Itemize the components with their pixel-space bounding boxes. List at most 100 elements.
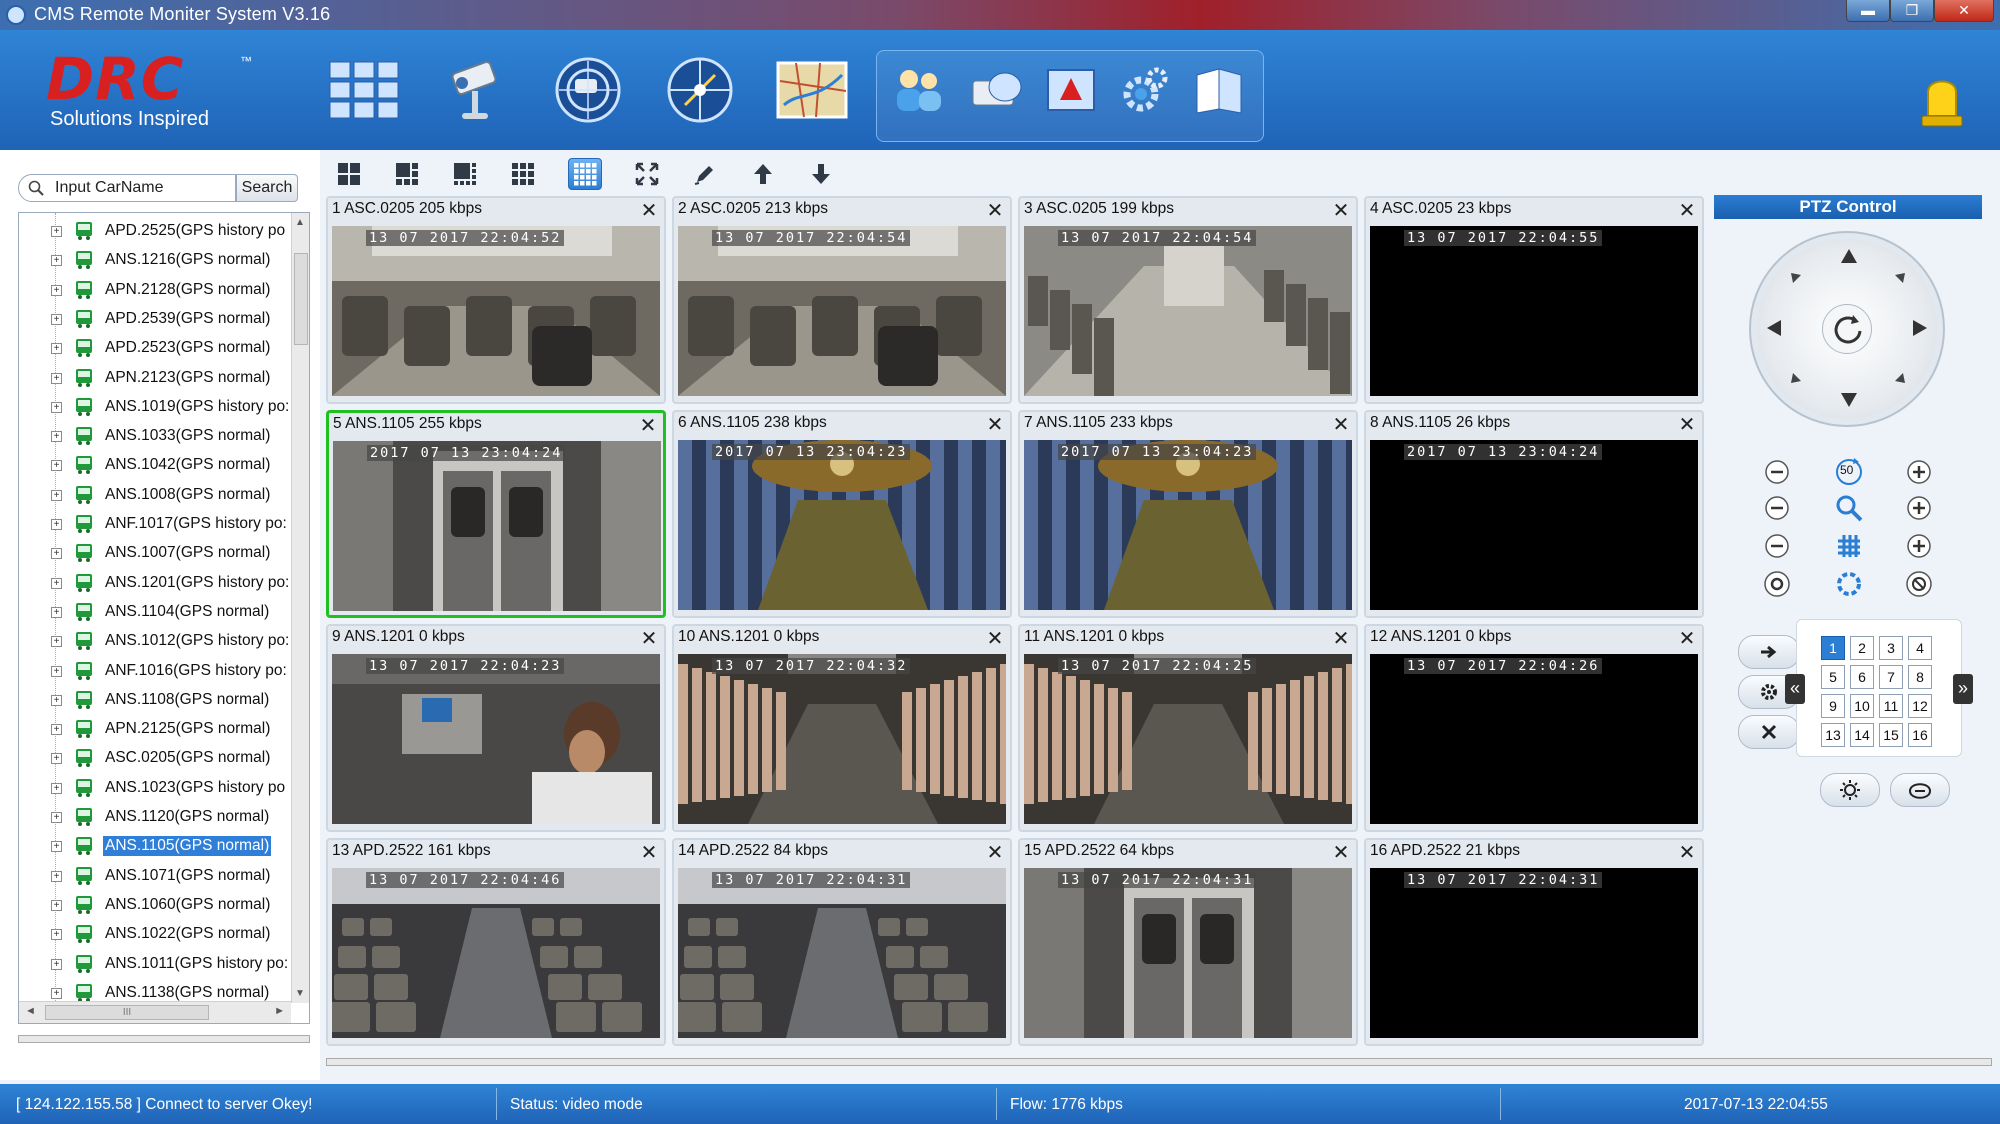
- tree-item[interactable]: + APN.2128(GPS normal): [19, 276, 289, 305]
- video-frame[interactable]: 13 07 2017 22:04:31: [1370, 868, 1698, 1038]
- layout-8-icon[interactable]: [448, 158, 482, 190]
- playback-icon[interactable]: [552, 54, 624, 126]
- tree-horizontal-scrollbar[interactable]: ◄ III ►: [19, 1001, 291, 1023]
- tree-item[interactable]: + ANS.1104(GPS normal): [19, 598, 289, 627]
- layout-6-icon[interactable]: [390, 158, 424, 190]
- tree-item[interactable]: + APN.2123(GPS normal): [19, 364, 289, 393]
- tree-item[interactable]: + ANS.1120(GPS normal): [19, 803, 289, 832]
- close-channel-icon[interactable]: ✕: [640, 842, 658, 862]
- preset-number[interactable]: 2: [1850, 636, 1874, 660]
- video-frame[interactable]: 2017 07 13 23:04:24: [1370, 440, 1698, 610]
- video-channel[interactable]: 3 ASC.0205 199 kbps ✕ 13 07 2017 22:04:54: [1018, 196, 1358, 404]
- layout-16-icon[interactable]: [568, 158, 602, 190]
- close-channel-icon[interactable]: ✕: [640, 628, 658, 648]
- car-search-input[interactable]: Input CarName: [18, 174, 236, 202]
- expand-toggle[interactable]: +: [51, 812, 62, 823]
- tree-item[interactable]: + ANF.1017(GPS history po:: [19, 510, 289, 539]
- ptz-reset-button[interactable]: [1822, 304, 1872, 354]
- expand-toggle[interactable]: +: [51, 489, 62, 501]
- tree-scroll-thumb[interactable]: [294, 253, 308, 345]
- video-frame[interactable]: 13 07 2017 22:04:54: [678, 226, 1006, 396]
- close-channel-icon[interactable]: ✕: [1678, 414, 1696, 434]
- preset-number[interactable]: 13: [1821, 723, 1845, 747]
- tree-item[interactable]: + ANS.1011(GPS history po:: [19, 950, 289, 979]
- expand-toggle[interactable]: +: [51, 753, 62, 765]
- tree-item[interactable]: + ASC.0205(GPS normal): [19, 744, 289, 773]
- preset-prev-page[interactable]: «: [1785, 674, 1805, 704]
- tree-item[interactable]: + ANS.1012(GPS history po:: [19, 627, 289, 656]
- settings-icon[interactable]: [1110, 54, 1180, 126]
- speed-plus-icon[interactable]: [1904, 457, 1934, 487]
- preset-number[interactable]: 5: [1821, 665, 1845, 689]
- close-channel-icon[interactable]: ✕: [986, 628, 1004, 648]
- close-channel-icon[interactable]: ✕: [1678, 842, 1696, 862]
- video-channel[interactable]: 2 ASC.0205 213 kbps ✕ 13 07 2017 22:04:54: [672, 196, 1012, 404]
- video-frame[interactable]: 13 07 2017 22:04:25: [1024, 654, 1352, 824]
- video-frame[interactable]: 13 07 2017 22:04:32: [678, 654, 1006, 824]
- video-channel[interactable]: 8 ANS.1105 26 kbps ✕ 2017 07 13 23:04:24: [1364, 410, 1704, 618]
- expand-toggle[interactable]: +: [51, 226, 62, 237]
- video-frame[interactable]: 13 07 2017 22:04:55: [1370, 226, 1698, 396]
- ptz-down-right-icon[interactable]: [1885, 363, 1915, 393]
- tree-item[interactable]: + ANS.1023(GPS history po: [19, 774, 289, 803]
- users-icon[interactable]: [884, 54, 954, 126]
- tree-item[interactable]: + APD.2523(GPS normal): [19, 334, 289, 363]
- expand-toggle[interactable]: +: [51, 987, 62, 999]
- close-channel-icon[interactable]: ✕: [1678, 200, 1696, 220]
- tree-item[interactable]: + ANS.1060(GPS normal): [19, 891, 289, 920]
- close-channel-icon[interactable]: ✕: [1332, 414, 1350, 434]
- tree-item[interactable]: + APN.2125(GPS normal): [19, 715, 289, 744]
- scroll-right-icon[interactable]: ►: [274, 1005, 285, 1017]
- scroll-left-icon[interactable]: ◄: [25, 1005, 36, 1017]
- expand-toggle[interactable]: +: [51, 782, 62, 794]
- preset-number[interactable]: 9: [1821, 694, 1845, 718]
- close-channel-icon[interactable]: ✕: [986, 414, 1004, 434]
- close-channel-icon[interactable]: ✕: [1332, 628, 1350, 648]
- video-channel[interactable]: 14 APD.2522 84 kbps ✕ 13 07 2017 22:04:31: [672, 838, 1012, 1046]
- expand-toggle[interactable]: +: [51, 870, 62, 882]
- tree-item[interactable]: + ANS.1007(GPS normal): [19, 539, 289, 568]
- preset-number[interactable]: 7: [1879, 665, 1903, 689]
- video-channel[interactable]: 10 ANS.1201 0 kbps ✕ 13 07 2017 22:04:32: [672, 624, 1012, 832]
- tree-item[interactable]: + ANS.1042(GPS normal): [19, 451, 289, 480]
- tree-item[interactable]: + ANS.1008(GPS normal): [19, 481, 289, 510]
- iris-close-icon[interactable]: [1904, 569, 1934, 599]
- tree-item[interactable]: + ANS.1033(GPS normal): [19, 422, 289, 451]
- preset-number[interactable]: 6: [1850, 665, 1874, 689]
- video-channel[interactable]: 4 ASC.0205 23 kbps ✕ 13 07 2017 22:04:55: [1364, 196, 1704, 404]
- expand-toggle[interactable]: +: [51, 284, 62, 296]
- preset-goto-button[interactable]: [1738, 635, 1800, 669]
- video-frame[interactable]: 13 07 2017 22:04:52: [332, 226, 660, 396]
- video-frame[interactable]: 2017 07 13 23:04:23: [678, 440, 1006, 610]
- video-frame[interactable]: 13 07 2017 22:04:23: [332, 654, 660, 824]
- video-wall-icon[interactable]: [328, 54, 400, 126]
- video-frame[interactable]: 13 07 2017 22:04:46: [332, 868, 660, 1038]
- ptz-down-left-icon[interactable]: [1781, 363, 1811, 393]
- video-channel[interactable]: 9 ANS.1201 0 kbps ✕ 13 07 2017 22:04:23: [326, 624, 666, 832]
- expand-toggle[interactable]: +: [51, 343, 62, 355]
- ptz-up-icon[interactable]: [1834, 241, 1864, 271]
- tree-item[interactable]: + APD.2539(GPS normal): [19, 305, 289, 334]
- ptz-right-icon[interactable]: [1905, 313, 1935, 343]
- video-channel[interactable]: 1 ASC.0205 205 kbps ✕ 13 07 2017 22:04:52: [326, 196, 666, 404]
- alarm-light-icon[interactable]: [1920, 70, 1964, 130]
- tree-item[interactable]: + ANS.1071(GPS normal): [19, 862, 289, 891]
- preset-number[interactable]: 15: [1879, 723, 1903, 747]
- close-channel-icon[interactable]: ✕: [986, 842, 1004, 862]
- maximize-button[interactable]: ❐: [1890, 0, 1934, 22]
- video-channel[interactable]: 13 APD.2522 161 kbps ✕ 13 07 2017 22:04:46: [326, 838, 666, 1046]
- bottom-splitter[interactable]: [326, 1058, 1992, 1066]
- video-channel[interactable]: 7 ANS.1105 233 kbps ✕ 2017 07 13 23:04:23: [1018, 410, 1358, 618]
- expand-toggle[interactable]: +: [51, 636, 62, 648]
- pen-icon[interactable]: [688, 158, 722, 190]
- scroll-up-icon[interactable]: ▲: [295, 217, 305, 228]
- video-frame[interactable]: 13 07 2017 22:04:26: [1370, 654, 1698, 824]
- close-channel-icon[interactable]: ✕: [640, 200, 658, 220]
- expand-toggle[interactable]: +: [51, 401, 62, 413]
- video-frame[interactable]: 13 07 2017 22:04:31: [1024, 868, 1352, 1038]
- tree-hscroll-thumb[interactable]: III: [45, 1005, 209, 1020]
- video-frame[interactable]: 2017 07 13 23:04:23: [1024, 440, 1352, 610]
- expand-toggle[interactable]: +: [51, 724, 62, 736]
- video-frame[interactable]: 13 07 2017 22:04:31: [678, 868, 1006, 1038]
- focus-minus-icon[interactable]: [1762, 531, 1792, 561]
